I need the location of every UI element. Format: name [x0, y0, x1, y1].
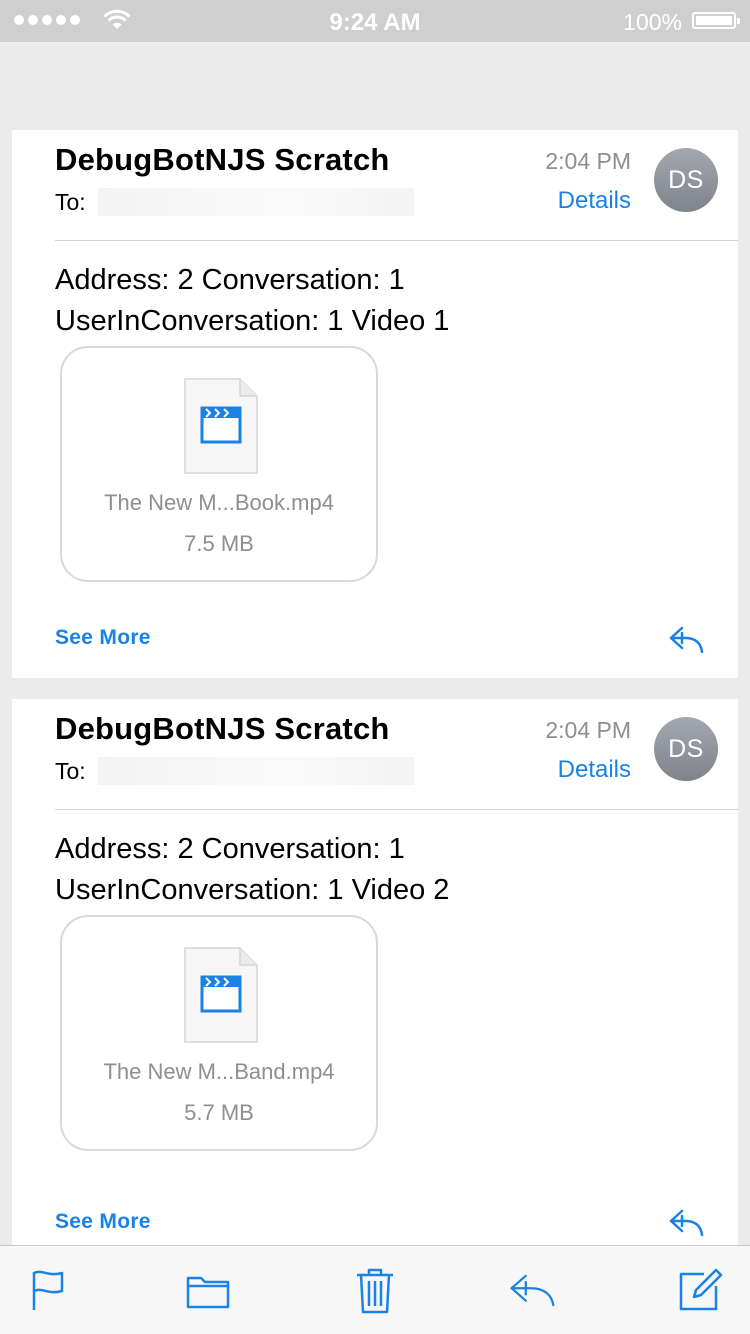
attachment-tile[interactable]: The New M...Book.mp4 7.5 MB: [60, 346, 378, 582]
compose-button[interactable]: [676, 1266, 724, 1314]
details-link[interactable]: Details: [558, 187, 631, 215]
battery-icon: [692, 12, 740, 29]
move-to-folder-button[interactable]: [184, 1266, 232, 1314]
reply-icon[interactable]: [668, 1208, 704, 1236]
message-time: 2:04 PM: [545, 148, 631, 174]
attachment-size: 7.5 MB: [184, 531, 254, 556]
header-divider: [55, 809, 738, 810]
body-line: UserInConversation: 1 Video 2: [55, 874, 450, 906]
message-card[interactable]: DebugBotNJS Scratch To: 2:04 PM Details …: [12, 699, 738, 1299]
delete-button[interactable]: [351, 1266, 399, 1314]
message-body: Address: 2 Conversation: 1 UserInConvers…: [55, 260, 449, 342]
attachment-name: The New M...Band.mp4: [103, 1059, 335, 1084]
status-bar: 9:24 AM 100%: [0, 0, 750, 42]
video-file-icon: [184, 947, 258, 1043]
see-more-link[interactable]: See More: [55, 1210, 151, 1234]
recipient-redacted: [98, 757, 414, 785]
trash-icon: [357, 1268, 393, 1314]
attachment-name: The New M...Book.mp4: [104, 490, 334, 515]
attachment-tile[interactable]: The New M...Band.mp4 5.7 MB: [60, 915, 378, 1151]
reply-button[interactable]: [508, 1266, 556, 1314]
to-label: To:: [55, 189, 86, 215]
to-label: To:: [55, 758, 86, 784]
header-divider: [55, 240, 738, 241]
reply-icon[interactable]: [668, 625, 704, 653]
battery-percentage: 100%: [623, 9, 682, 35]
message-body: Address: 2 Conversation: 1 UserInConvers…: [55, 829, 449, 911]
flag-icon: [32, 1270, 64, 1310]
reply-icon: [510, 1274, 555, 1307]
message-time: 2:04 PM: [545, 717, 631, 743]
video-file-icon: [184, 378, 258, 474]
avatar[interactable]: DS: [654, 148, 718, 212]
body-line: UserInConversation: 1 Video 1: [55, 305, 450, 337]
compose-icon: [679, 1268, 723, 1311]
sender-name: DebugBotNJS Scratch: [55, 142, 390, 177]
see-more-link[interactable]: See More: [55, 626, 151, 650]
bottom-toolbar: [0, 1245, 750, 1334]
attachment-size: 5.7 MB: [184, 1100, 254, 1125]
recipient-redacted: [98, 188, 414, 216]
folder-icon: [186, 1276, 230, 1309]
avatar[interactable]: DS: [654, 717, 718, 781]
body-line: Address: 2 Conversation: 1: [55, 833, 405, 865]
message-card[interactable]: DebugBotNJS Scratch To: 2:04 PM Details …: [12, 130, 738, 678]
body-line: Address: 2 Conversation: 1: [55, 264, 405, 296]
details-link[interactable]: Details: [558, 756, 631, 784]
sender-name: DebugBotNJS Scratch: [55, 711, 390, 746]
flag-button[interactable]: [24, 1266, 72, 1314]
